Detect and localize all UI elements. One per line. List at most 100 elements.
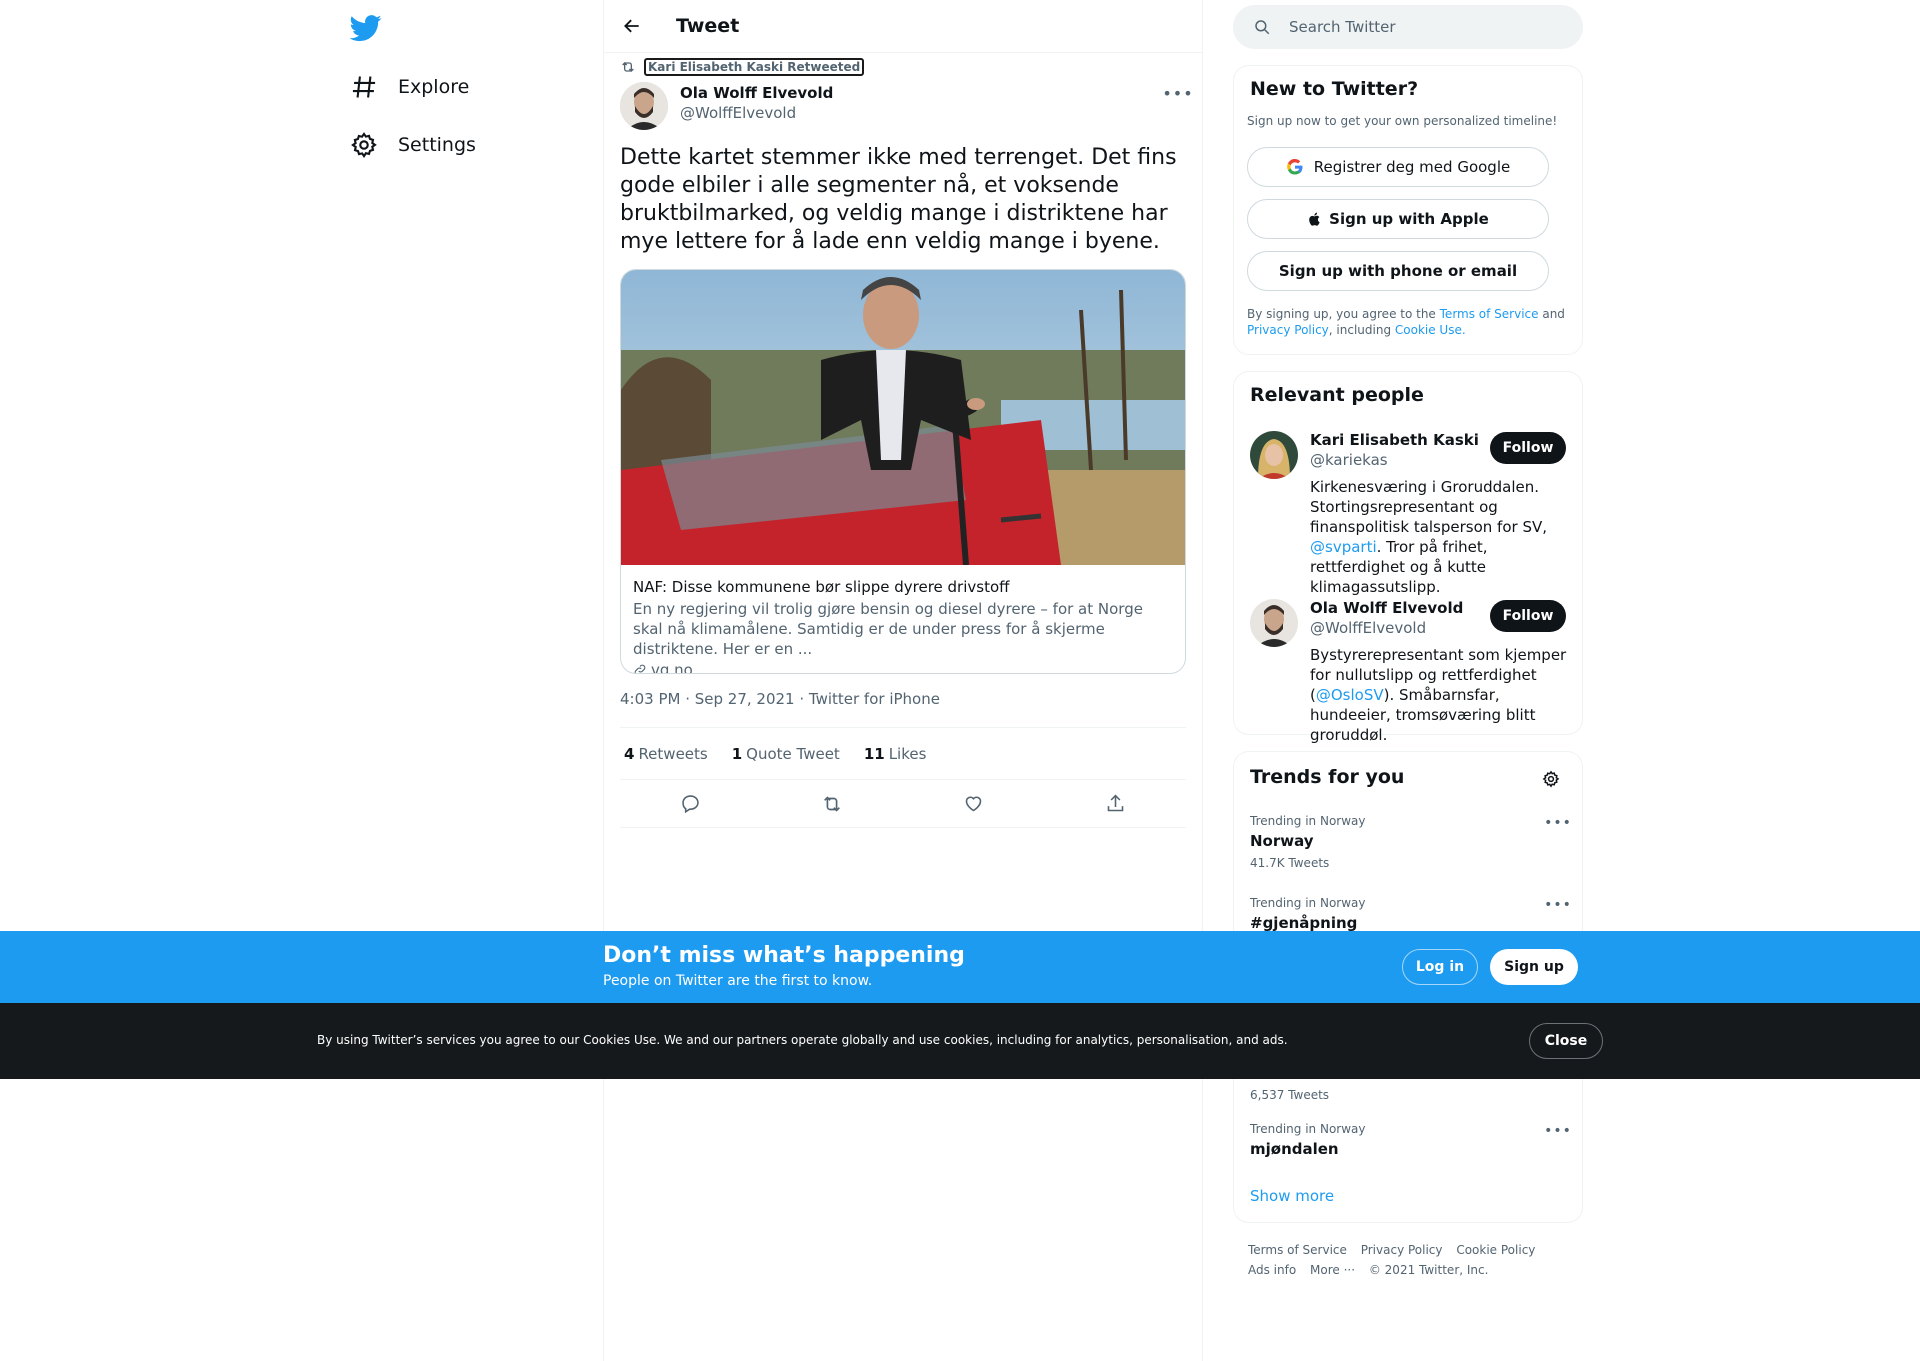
retweeted-by-link[interactable]: Kari Elisabeth Kaski Retweeted — [644, 58, 865, 76]
trend-name: mjøndalen — [1250, 1140, 1339, 1158]
retweet-icon — [620, 59, 636, 75]
privacy-policy-link[interactable]: Privacy Policy — [1247, 323, 1329, 337]
person-handle[interactable]: @WolffElvevold — [1310, 619, 1426, 637]
likes-count: 11 — [863, 744, 885, 763]
tweet-timestamp[interactable]: 4:03 PM · Sep 27, 2021 · Twitter for iPh… — [620, 690, 940, 708]
person-name[interactable]: Ola Wolff Elvevold — [1310, 599, 1463, 617]
new-to-twitter-panel: New to Twitter? Sign up now to get your … — [1233, 65, 1583, 355]
terms-of-service-link[interactable]: Terms of Service — [1440, 307, 1539, 321]
more-options-icon[interactable]: ••• — [1162, 82, 1192, 104]
author-name[interactable]: Ola Wolff Elvevold — [680, 84, 833, 102]
footer-link[interactable]: Privacy Policy — [1361, 1243, 1443, 1257]
trend-item[interactable]: Trending in Norway mjøndalen ••• — [1250, 1122, 1571, 1158]
trend-context: Trending in Norway — [1250, 814, 1366, 828]
signup-banner: Don’t miss what’s happening People on Tw… — [0, 931, 1920, 1003]
tweet-text: Dette kartet stemmer ikke med terrenget.… — [620, 145, 1177, 254]
person-name[interactable]: Kari Elisabeth Kaski — [1310, 431, 1479, 449]
google-signup-button[interactable]: Registrer deg med Google — [1247, 147, 1549, 187]
more-options-icon[interactable]: ••• — [1544, 814, 1571, 832]
nav-item-label: Settings — [398, 134, 476, 156]
trend-item[interactable]: Trending in Norway #gjenåpning ••• — [1250, 896, 1571, 932]
more-options-icon[interactable]: ••• — [1544, 1122, 1571, 1140]
likes-stat[interactable]: 11 Likes — [860, 745, 927, 763]
mention-link[interactable]: @svparti — [1310, 538, 1377, 556]
google-icon — [1286, 158, 1304, 176]
person-bio: Kirkenesværing i Groruddalen. Stortingsr… — [1310, 477, 1572, 597]
person-card[interactable]: Kari Elisabeth Kaski @kariekas Follow Ki… — [1250, 431, 1570, 596]
tweet-column: Tweet Kari Elisabeth Kaski Retweeted Ola… — [603, 0, 1203, 1361]
retweet-icon[interactable] — [815, 787, 849, 821]
twitter-logo-icon[interactable] — [350, 12, 382, 44]
search-input[interactable]: Search Twitter — [1233, 5, 1583, 49]
back-arrow-icon[interactable] — [614, 8, 650, 44]
person-card[interactable]: Ola Wolff Elvevold @WolffElvevold Follow… — [1250, 599, 1570, 744]
show-more-link[interactable]: Show more — [1250, 1187, 1334, 1205]
bio-text: Kirkenesværing i Groruddalen. Stortingsr… — [1310, 478, 1548, 536]
retweets-count: 4 — [624, 744, 635, 763]
phone-email-signup-button[interactable]: Sign up with phone or email — [1247, 251, 1549, 291]
tweet-stats: 4 Retweets 1 Quote Tweet 11 Likes — [620, 727, 1186, 780]
close-button[interactable]: Close — [1529, 1023, 1603, 1059]
quotes-label: Quote Tweet — [746, 744, 840, 763]
trend-context: Trending in Norway — [1250, 896, 1366, 910]
share-icon[interactable] — [1098, 787, 1132, 821]
card-domain: vg.no — [633, 661, 1173, 674]
new-to-twitter-subtitle: Sign up now to get your own personalized… — [1247, 114, 1558, 128]
settings-gear-icon[interactable] — [1538, 766, 1564, 792]
retweets-stat[interactable]: 4 Retweets — [620, 745, 708, 763]
cookie-bar: By using Twitter’s services you agree to… — [0, 1003, 1920, 1079]
copyright: © 2021 Twitter, Inc. — [1368, 1263, 1489, 1277]
google-signup-label: Registrer deg med Google — [1313, 158, 1511, 176]
tweet-header: Tweet — [604, 0, 1202, 53]
banner-subline: People on Twitter are the first to know. — [603, 973, 873, 989]
gear-icon — [350, 131, 378, 159]
login-button[interactable]: Log in — [1402, 949, 1478, 985]
link-card[interactable]: NAF: Disse kommunene bør slippe dyrere d… — [620, 269, 1186, 674]
phone-email-signup-label: Sign up with phone or email — [1278, 262, 1518, 280]
relevant-people-panel: Relevant people Kari Elisabeth Kaski @ka… — [1233, 371, 1583, 744]
quote-tweets-stat[interactable]: 1 Quote Tweet — [728, 745, 840, 763]
card-domain-text: vg.no — [651, 661, 693, 674]
tweet-actions — [620, 780, 1186, 828]
avatar[interactable] — [1250, 431, 1298, 479]
follow-button[interactable]: Follow — [1490, 600, 1566, 632]
signup-legal-text: By signing up, you agree to the Terms of… — [1247, 306, 1567, 338]
reply-icon[interactable] — [674, 787, 708, 821]
cookie-use-link[interactable]: Cookie Use. — [1395, 323, 1466, 337]
footer-links: Terms of Service Privacy Policy Cookie P… — [1248, 1240, 1578, 1280]
nav-item-settings[interactable]: Settings — [350, 120, 476, 170]
footer-link[interactable]: Ads info — [1248, 1263, 1296, 1277]
page-title: Tweet — [676, 15, 740, 37]
card-title: NAF: Disse kommunene bør slippe dyrere d… — [633, 578, 1010, 596]
trend-count: 6,537 Tweets — [1250, 1088, 1330, 1102]
signup-button[interactable]: Sign up — [1490, 949, 1578, 985]
link-icon — [633, 663, 647, 673]
quotes-count: 1 — [731, 744, 743, 763]
footer-more-link[interactable]: More ··· — [1310, 1263, 1355, 1277]
trend-item[interactable]: 6,537 Tweets — [1250, 1082, 1570, 1102]
likes-label: Likes — [888, 744, 927, 763]
avatar[interactable] — [1250, 599, 1298, 647]
legal-text: and — [1538, 307, 1565, 321]
follow-button[interactable]: Follow — [1490, 432, 1566, 464]
footer-link[interactable]: Terms of Service — [1248, 1243, 1347, 1257]
more-options-icon[interactable]: ••• — [1544, 896, 1571, 914]
footer-link[interactable]: Cookie Policy — [1456, 1243, 1535, 1257]
cookie-text: By using Twitter’s services you agree to… — [317, 1033, 1288, 1047]
new-to-twitter-title: New to Twitter? — [1250, 78, 1419, 100]
apple-signup-label: Sign up with Apple — [1329, 210, 1489, 228]
nav-item-label: Explore — [398, 76, 470, 98]
like-heart-icon[interactable] — [957, 787, 991, 821]
apple-signup-button[interactable]: Sign up with Apple — [1247, 199, 1549, 239]
trend-item[interactable]: Trending in Norway Norway 41.7K Tweets •… — [1250, 814, 1571, 870]
person-bio: Bystyrerepresentant som kjemper for null… — [1310, 645, 1572, 745]
search-icon — [1253, 18, 1271, 36]
hashtag-icon — [350, 73, 378, 101]
person-handle[interactable]: @kariekas — [1310, 451, 1388, 469]
nav-item-explore[interactable]: Explore — [350, 62, 469, 112]
author-avatar[interactable] — [620, 82, 668, 130]
mention-link[interactable]: @OsloSV — [1316, 686, 1384, 704]
author-handle[interactable]: @WolffElvevold — [680, 104, 796, 122]
legal-text: , including — [1328, 323, 1395, 337]
trend-count: 41.7K Tweets — [1250, 856, 1330, 870]
